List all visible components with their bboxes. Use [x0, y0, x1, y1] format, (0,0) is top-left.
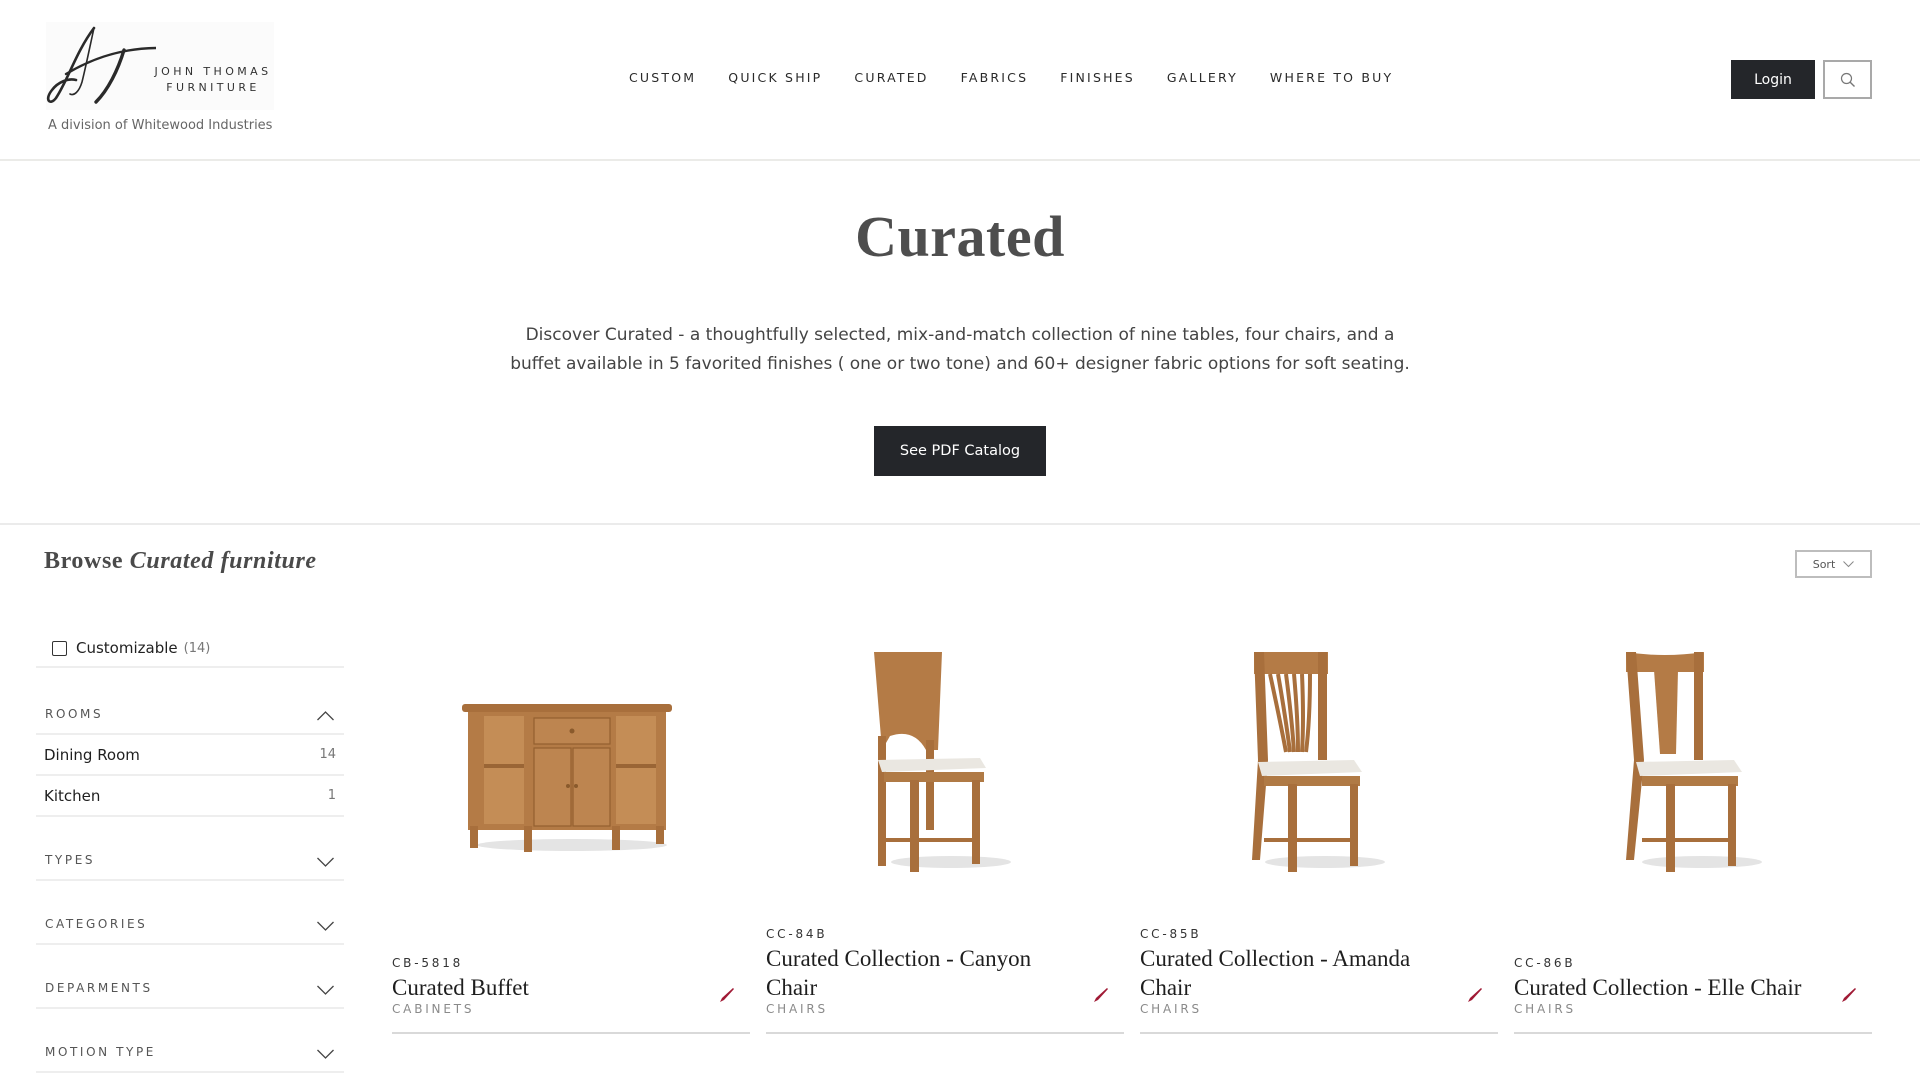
nav-fabrics[interactable]: FABRICS [961, 70, 1029, 85]
chevron-down-icon [317, 921, 334, 931]
customizable-count: (14) [183, 640, 211, 656]
brand-name-line2: FURNITURE [166, 81, 260, 94]
product-info: CC-85B Curated Collection - Amanda Chair… [1140, 927, 1440, 1016]
chevron-down-icon [317, 985, 334, 995]
buffet-image [462, 704, 672, 852]
facet-option-dining-room[interactable]: Dining Room 14 [36, 735, 344, 776]
product-card[interactable]: CC-85B Curated Collection - Amanda Chair… [1140, 630, 1498, 1034]
facet-motion-type-toggle[interactable]: MOTION TYPE [36, 1009, 344, 1073]
hero-section: Curated Discover Curated - a thoughtfull… [0, 161, 1920, 525]
page-title: Curated [855, 204, 1065, 269]
customize-pencil-icon[interactable] [1840, 986, 1858, 1004]
amanda-chair-image [1252, 652, 1385, 872]
chevron-down-icon [317, 857, 334, 867]
option-label: Kitchen [44, 786, 101, 805]
facet-rooms-toggle[interactable]: ROOMS [36, 668, 344, 735]
option-count: 1 [327, 788, 336, 803]
see-pdf-catalog-button[interactable]: See PDF Catalog [874, 426, 1046, 476]
product-category: CHAIRS [1514, 1002, 1576, 1016]
brand-name: JOHN THOMAS FURNITURE [148, 64, 278, 96]
product-sku: CC-85B [1140, 927, 1202, 941]
brand-tagline: A division of Whitewood Industries [48, 118, 273, 133]
option-label: Dining Room [44, 745, 140, 764]
chevron-down-icon [1843, 560, 1855, 567]
search-icon [1840, 72, 1855, 87]
customizable-label: Customizable [76, 639, 178, 657]
product-category: CHAIRS [1140, 1002, 1202, 1016]
product-name[interactable]: Curated Collection - Amanda Chair [1140, 944, 1440, 1002]
option-count: 14 [319, 747, 336, 762]
sort-dropdown[interactable]: Sort [1795, 550, 1872, 578]
customize-pencil-icon[interactable] [718, 986, 736, 1004]
product-info: CC-86B Curated Collection - Elle Chair C… [1514, 956, 1814, 1016]
facet-types-label: TYPES [45, 853, 96, 867]
browse-title-collection: Curated furniture [129, 548, 317, 574]
facet-types-toggle[interactable]: TYPES [36, 817, 344, 881]
brand-name-line1: JOHN THOMAS [154, 65, 272, 78]
brand-logo[interactable]: JOHN THOMAS FURNITURE A division of Whit… [46, 22, 276, 140]
product-category: CHAIRS [766, 1002, 828, 1016]
browse-title: Browse Curated furniture [44, 548, 317, 575]
facet-option-kitchen[interactable]: Kitchen 1 [36, 776, 344, 817]
facet-categories-toggle[interactable]: CATEGORIES [36, 881, 344, 945]
chevron-down-icon [317, 1049, 334, 1059]
facet-departments-label: DEPARMENTS [45, 981, 153, 995]
filter-sidebar: Customizable (14) ROOMS Dining Room 14 K… [36, 630, 344, 1073]
customizable-filter[interactable]: Customizable (14) [36, 630, 344, 668]
sort-label: Sort [1812, 557, 1836, 571]
site-header: JOHN THOMAS FURNITURE A division of Whit… [0, 0, 1920, 161]
nav-where-to-buy[interactable]: WHERE TO BUY [1270, 70, 1393, 85]
nav-gallery[interactable]: GALLERY [1167, 70, 1238, 85]
customize-pencil-icon[interactable] [1466, 986, 1484, 1004]
page-description: Discover Curated - a thoughtfully select… [510, 325, 1410, 374]
product-name[interactable]: Curated Collection - Elle Chair [1514, 973, 1814, 1002]
product-card[interactable]: CC-86B Curated Collection - Elle Chair C… [1514, 630, 1872, 1034]
customizable-checkbox[interactable] [52, 640, 67, 656]
facet-categories-label: CATEGORIES [45, 917, 148, 931]
chevron-up-icon [317, 711, 334, 721]
product-name[interactable]: Curated Collection - Canyon Chair [766, 944, 1066, 1002]
product-info: CB-5818 Curated Buffet CABINETS [392, 956, 692, 1016]
product-card[interactable]: CC-84B Curated Collection - Canyon Chair… [766, 630, 1124, 1034]
product-sku: CB-5818 [392, 956, 464, 970]
facet-departments-toggle[interactable]: DEPARMENTS [36, 945, 344, 1009]
nav-custom[interactable]: CUSTOM [629, 70, 696, 85]
product-grid: CB-5818 Curated Buffet CABINETS CC-84B C… [392, 630, 1872, 1034]
search-button[interactable] [1823, 60, 1872, 99]
product-name[interactable]: Curated Buffet [392, 973, 692, 1002]
product-info: CC-84B Curated Collection - Canyon Chair… [766, 927, 1066, 1016]
nav-curated[interactable]: CURATED [854, 70, 928, 85]
main-nav: CUSTOM QUICK SHIP CURATED FABRICS FINISH… [629, 70, 1393, 85]
elle-chair-image [1626, 652, 1762, 872]
customize-pencil-icon[interactable] [1092, 986, 1110, 1004]
nav-quick-ship[interactable]: QUICK SHIP [728, 70, 822, 85]
canyon-chair-image [874, 652, 1011, 872]
product-sku: CC-84B [766, 927, 828, 941]
product-sku: CC-86B [1514, 956, 1576, 970]
login-button[interactable]: Login [1731, 60, 1815, 99]
product-card[interactable]: CB-5818 Curated Buffet CABINETS [392, 630, 750, 1034]
browse-title-prefix: Browse [44, 548, 124, 574]
facet-rooms-label: ROOMS [45, 707, 104, 721]
nav-finishes[interactable]: FINISHES [1060, 70, 1135, 85]
jt-monogram-icon [46, 26, 156, 104]
facet-motion-type-label: MOTION TYPE [45, 1045, 156, 1059]
product-category: CABINETS [392, 1002, 475, 1016]
